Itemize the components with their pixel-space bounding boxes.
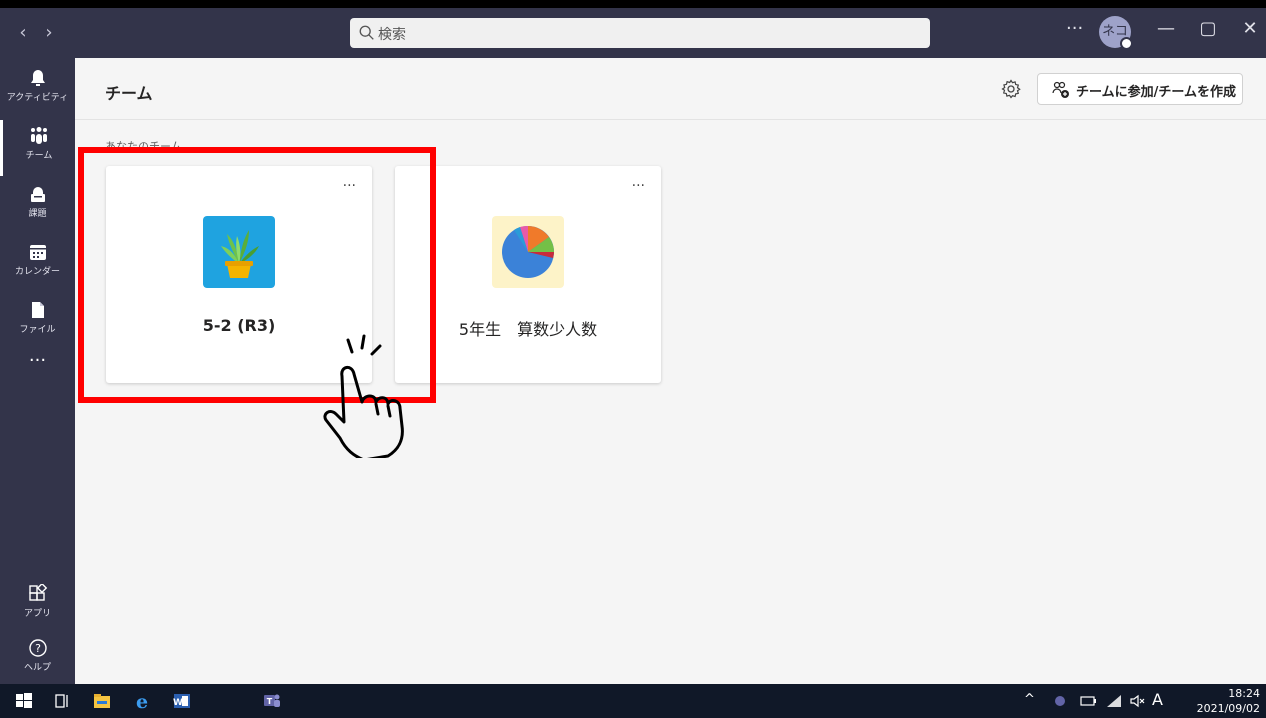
internet-explorer-icon[interactable]: e xyxy=(132,691,152,711)
search-icon xyxy=(359,25,374,40)
search-input[interactable]: 検索 xyxy=(350,18,930,48)
teams-taskbar-icon[interactable]: T xyxy=(262,691,282,711)
page-title: チーム xyxy=(105,84,153,103)
rail-item-files[interactable]: ファイル xyxy=(0,294,75,350)
avatar[interactable]: ネコ xyxy=(1099,16,1133,50)
battery-icon[interactable] xyxy=(1078,691,1098,711)
svg-text:T: T xyxy=(267,697,273,706)
app-rail: アクティビティ チーム 課題 カレンダー ファイル ··· アプリ ? ヘルプ xyxy=(0,58,75,684)
ime-indicator[interactable]: A xyxy=(1152,690,1163,709)
join-create-team-button[interactable]: チームに参加/チームを作成 xyxy=(1037,73,1243,105)
presence-indicator xyxy=(1120,37,1133,50)
rail-item-label: ヘルプ xyxy=(23,663,51,673)
minimize-button[interactable]: — xyxy=(1154,18,1178,39)
rail-item-label: チーム xyxy=(25,151,53,161)
maximize-button[interactable]: ▢ xyxy=(1196,18,1220,39)
file-icon xyxy=(31,302,44,318)
tray-chevron-up-icon[interactable]: ^ xyxy=(1024,692,1035,707)
close-button[interactable]: ✕ xyxy=(1238,18,1262,39)
rail-item-apps[interactable]: アプリ xyxy=(0,578,75,634)
assignments-icon xyxy=(30,187,45,202)
more-options-icon[interactable]: ··· xyxy=(1066,18,1083,39)
svg-text:e: e xyxy=(136,691,148,711)
rail-item-label: ファイル xyxy=(19,325,56,335)
teams-tray-icon[interactable] xyxy=(1050,691,1070,711)
svg-text:?: ? xyxy=(35,642,41,655)
chevron-left-icon[interactable]: ‹ xyxy=(14,22,32,43)
pie-chart-logo xyxy=(492,216,564,288)
svg-text:W: W xyxy=(173,698,183,708)
rail-item-activity[interactable]: アクティビティ xyxy=(0,62,75,118)
rail-item-calendar[interactable]: カレンダー xyxy=(0,236,75,292)
calendar-icon xyxy=(29,245,46,260)
page-header: チーム チームに参加/チームを作成 xyxy=(75,58,1266,120)
clock-time: 18:24 xyxy=(1228,687,1260,700)
clock[interactable]: 18:24 2021/09/02 xyxy=(1197,686,1260,716)
rail-more-icon[interactable]: ··· xyxy=(0,350,75,371)
add-team-icon xyxy=(1052,81,1069,98)
search-placeholder: 検索 xyxy=(378,27,406,43)
file-explorer-icon[interactable] xyxy=(92,691,112,711)
chevron-right-icon[interactable]: › xyxy=(40,22,58,43)
task-view-icon[interactable] xyxy=(52,691,72,711)
rail-item-label: カレンダー xyxy=(14,267,60,277)
title-bar: ‹ › 検索 ··· ネコ — ▢ ✕ xyxy=(0,8,1266,58)
speaker-muted-icon[interactable] xyxy=(1128,691,1148,711)
rail-item-assignments[interactable]: 課題 xyxy=(0,178,75,234)
gear-icon[interactable] xyxy=(1000,78,1022,100)
clock-date: 2021/09/02 xyxy=(1196,702,1260,715)
wifi-icon[interactable] xyxy=(1104,691,1124,711)
join-create-team-label: チームに参加/チームを作成 xyxy=(1076,85,1236,100)
rail-item-label: アクティビティ xyxy=(6,93,69,103)
rail-item-label: アプリ xyxy=(23,609,51,619)
pointing-hand-icon xyxy=(323,334,404,458)
windows-start-icon[interactable] xyxy=(14,691,34,711)
apps-icon xyxy=(28,584,47,601)
rail-item-label: 課題 xyxy=(28,209,47,219)
word-icon[interactable]: W xyxy=(172,691,192,711)
bell-icon xyxy=(30,70,45,86)
teams-icon xyxy=(31,127,47,144)
rail-item-teams[interactable]: チーム xyxy=(0,120,75,176)
help-icon: ? xyxy=(28,639,47,657)
rail-item-help[interactable]: ? ヘルプ xyxy=(0,632,75,688)
card-more-icon[interactable]: ··· xyxy=(632,178,645,194)
taskbar: e W T ^ A 18:24 2021/09/02 xyxy=(0,684,1266,718)
